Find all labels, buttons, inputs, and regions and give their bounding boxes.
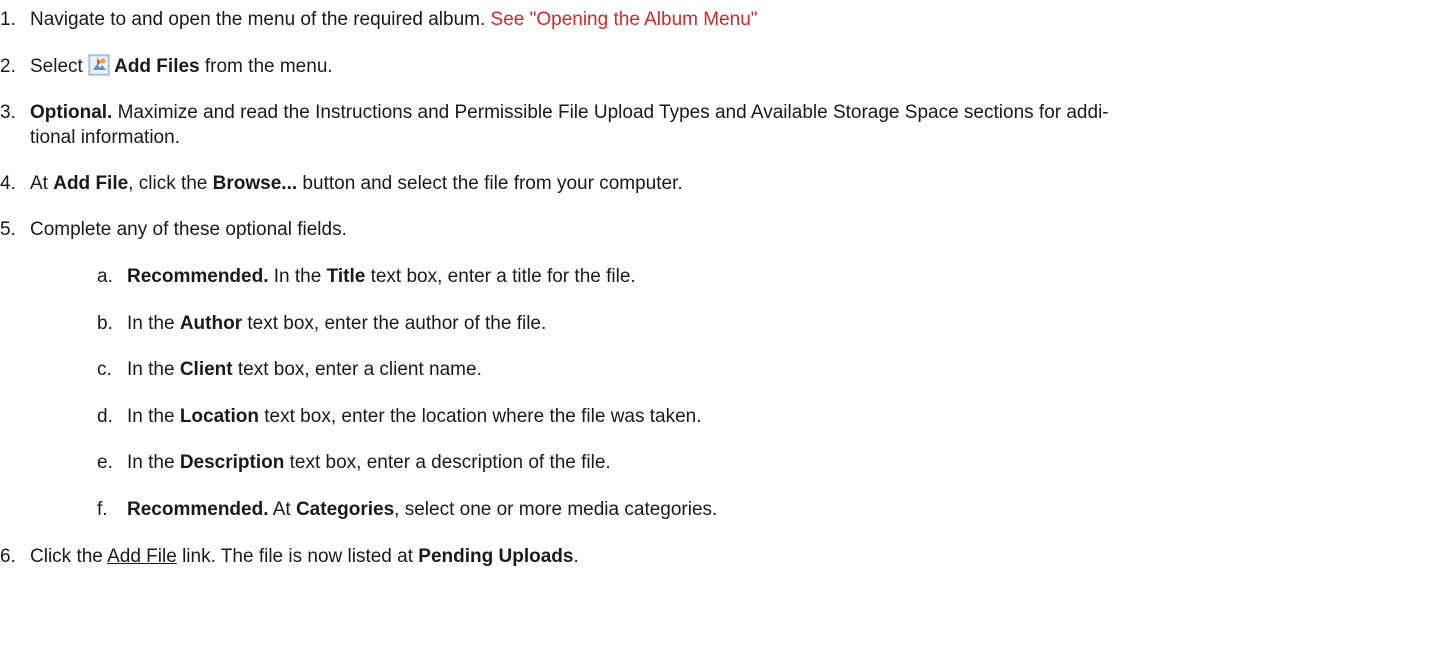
step-text: At <box>30 173 54 194</box>
pending-uploads-label: Pending Uploads <box>418 546 574 567</box>
substep-text: In the <box>127 359 180 380</box>
step-text: Select <box>30 56 89 77</box>
substep-text: In the <box>268 266 327 287</box>
step-text: Click the <box>30 546 108 567</box>
step-text: . <box>573 546 579 567</box>
substep-text: text box, enter a title for the file. <box>365 266 636 287</box>
substep-letter: e. <box>97 452 113 473</box>
step-number: 6. <box>0 546 16 567</box>
add-files-label: Add Files <box>114 56 200 77</box>
step-1: 1. Navigate to and open the menu of the r… <box>0 7 758 32</box>
step-number: 5. <box>0 219 16 240</box>
author-label: Author <box>179 313 243 334</box>
substep-text: In the <box>127 406 180 427</box>
title-label: Title <box>326 266 366 287</box>
step-number: 3. <box>0 102 16 123</box>
step-number: 2. <box>0 56 16 77</box>
substep-text: In the <box>127 313 180 334</box>
substep-text: text box, enter the author of the file. <box>242 313 547 334</box>
client-label: Client <box>179 359 233 380</box>
add-files-icon <box>88 54 110 76</box>
substep-b: b. In the Author text box, enter the auth… <box>97 311 546 336</box>
opening-album-menu-link[interactable]: See "Opening the Album Menu" <box>491 9 758 30</box>
substep-text: text box, enter a description of the fil… <box>284 452 611 473</box>
substep-letter: c. <box>97 359 112 380</box>
substep-letter: f. <box>97 499 108 520</box>
step-text: Complete any of these optional fields. <box>30 219 347 240</box>
step-text: Maximize and read the Instructions and P… <box>112 102 1109 123</box>
location-label: Location <box>179 406 259 427</box>
substep-c: c. In the Client text box, enter a client… <box>97 357 482 382</box>
categories-label: Categories <box>295 499 395 520</box>
add-file-link[interactable]: Add File <box>107 546 177 567</box>
step-text: , click the <box>128 173 213 194</box>
step-text: from the menu. <box>199 56 333 77</box>
substep-letter: a. <box>97 266 113 287</box>
step-4: 4. At Add File, click the Browse... butto… <box>0 171 683 196</box>
substep-e: e. In the Description text box, enter a d… <box>97 450 611 475</box>
substep-text: At <box>268 499 296 520</box>
substep-letter: d. <box>97 406 113 427</box>
step-number: 1. <box>0 9 16 30</box>
optional-label: Optional. <box>30 102 113 123</box>
step-2: 2. Select Add Files from the menu. <box>0 54 333 79</box>
substep-text: , select one or more media categories. <box>394 499 718 520</box>
substep-f: f. Recommended. At Categories, select one… <box>97 497 717 522</box>
substep-d: d. In the Location text box, enter the lo… <box>97 404 702 429</box>
step-3-continued: tional information. <box>30 127 180 148</box>
step-3: 3. Optional. Maximize and read the Instru… <box>0 100 1109 125</box>
description-label: Description <box>179 452 285 473</box>
step-6: 6. Click the Add File link. The file is n… <box>0 544 579 569</box>
browse-label: Browse... <box>212 173 298 194</box>
step-text: Navigate to and open the menu of the req… <box>30 9 491 30</box>
recommended-label: Recommended. <box>127 499 269 520</box>
substep-text: text box, enter a client name. <box>232 359 482 380</box>
step-number: 4. <box>0 173 16 194</box>
substep-a: a. Recommended. In the Title text box, en… <box>97 264 636 289</box>
step-text: button and select the file from your com… <box>297 173 683 194</box>
step-text: link. The file is now listed at <box>176 546 419 567</box>
substep-letter: b. <box>97 313 113 334</box>
substep-text: text box, enter the location where the f… <box>259 406 702 427</box>
substep-text: In the <box>127 452 180 473</box>
step-5: 5. Complete any of these optional fields. <box>0 217 347 242</box>
recommended-label: Recommended. <box>127 266 269 287</box>
add-file-label: Add File <box>53 173 129 194</box>
